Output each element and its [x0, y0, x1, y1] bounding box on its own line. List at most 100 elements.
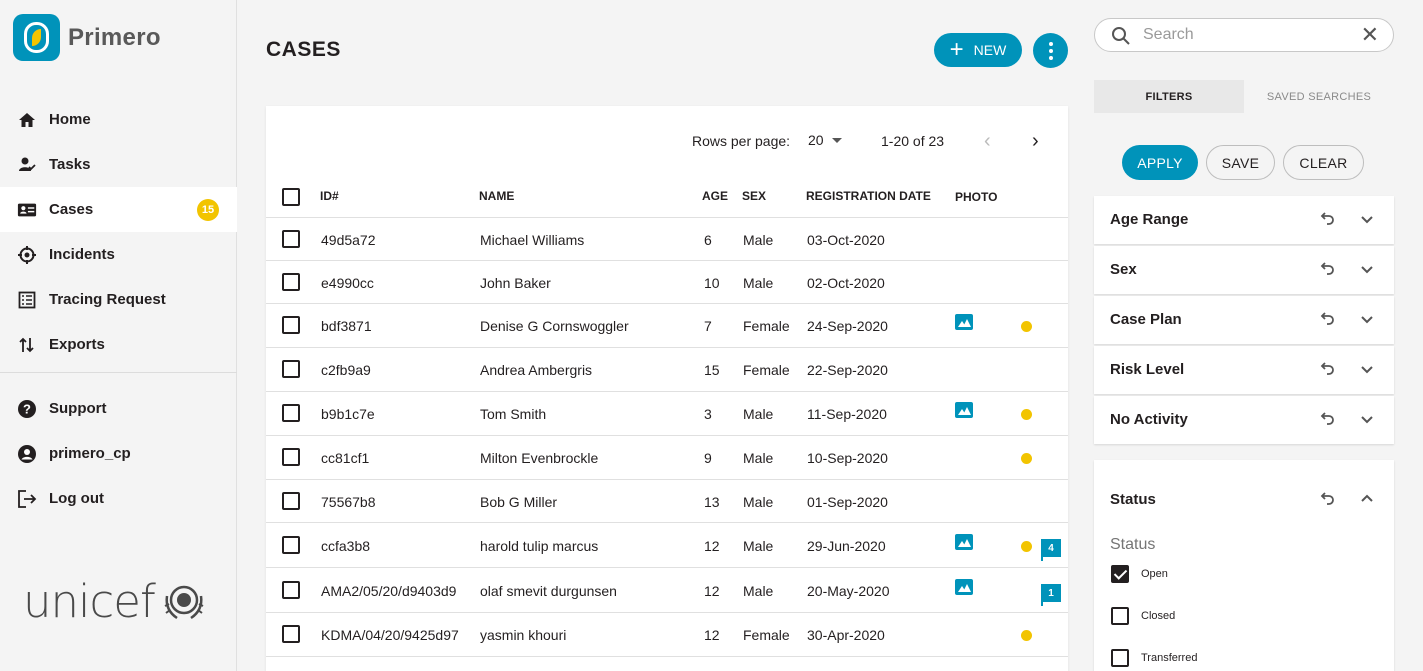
case-name: Tom Smith — [480, 406, 547, 422]
status-checkbox[interactable] — [1111, 607, 1129, 625]
sidebar-item-support[interactable]: ? Support — [0, 386, 237, 431]
app-name: Primero — [68, 23, 161, 51]
table-row[interactable]: bdf3871 Denise G Cornswoggler 7 Female 24-Se… — [266, 304, 1068, 348]
flag-icon[interactable]: 1 — [1041, 584, 1061, 606]
chevron-down-icon[interactable] — [1358, 410, 1376, 428]
tab-saved-searches[interactable]: SAVED SEARCHES — [1244, 80, 1394, 113]
cases-table-card: Rows per page: 20 1-20 of 23 ‹ › ID# NAM… — [266, 106, 1068, 671]
row-checkbox[interactable] — [282, 316, 300, 334]
row-checkbox[interactable] — [282, 404, 300, 422]
partner-name: unicef — [23, 575, 156, 628]
sidebar-item-cases[interactable]: Cases 15 — [0, 187, 237, 232]
case-registration-date: 29-Jun-2020 — [807, 538, 886, 554]
column-sex[interactable]: SEX — [742, 189, 766, 203]
table-row[interactable]: ccfa3b8 harold tulip marcus 12 Male 29-Jun-2… — [266, 523, 1068, 568]
table-row[interactable]: 49d5a72 Michael Williams 6 Male 03-Oct-2020 — [266, 218, 1068, 261]
status-option-label: Transferred — [1141, 652, 1198, 664]
sidebar-item-tasks[interactable]: Tasks — [0, 142, 237, 187]
table-row[interactable]: AMA2/05/20/d9403d9 olaf smevit durgunsen 1… — [266, 568, 1068, 613]
sidebar-item-incidents[interactable]: Incidents — [0, 232, 237, 277]
previous-page-icon[interactable]: ‹ — [984, 130, 991, 153]
row-checkbox[interactable] — [282, 448, 300, 466]
sidebar: Primero Home Tasks Cases 15 Incidents Tracing… — [0, 0, 237, 671]
next-page-icon[interactable]: › — [1032, 130, 1039, 153]
case-id: 49d5a72 — [321, 232, 376, 248]
tasks-icon — [17, 155, 37, 175]
chevron-up-icon[interactable] — [1358, 490, 1376, 508]
column-name[interactable]: NAME — [479, 189, 514, 203]
clear-button[interactable]: CLEAR — [1283, 145, 1364, 180]
clear-search-icon[interactable]: ✕ — [1361, 24, 1379, 46]
case-sex: Male — [743, 275, 774, 291]
select-all-checkbox[interactable] — [282, 188, 300, 206]
case-age: 7 — [704, 318, 712, 334]
svg-text:?: ? — [23, 401, 31, 416]
case-registration-date: 20-May-2020 — [807, 583, 890, 599]
new-button-label: NEW — [973, 42, 1007, 58]
table-row[interactable]: c2fb9a9 Andrea Ambergris 15 Female 22-Sep-20… — [266, 348, 1068, 392]
undo-icon[interactable] — [1318, 360, 1336, 378]
sidebar-item-primero-cp[interactable]: primero_cp — [0, 431, 237, 476]
flag-icon[interactable]: 4 — [1041, 539, 1061, 561]
undo-icon[interactable] — [1318, 260, 1336, 278]
caret-down-icon — [831, 137, 842, 143]
filter-age-range[interactable]: Age Range — [1094, 196, 1394, 244]
chevron-down-icon[interactable] — [1358, 210, 1376, 228]
row-checkbox[interactable] — [282, 273, 300, 291]
status-filter-title[interactable]: Status — [1110, 491, 1156, 508]
rows-per-page-select[interactable]: 20 — [808, 132, 842, 148]
table-row[interactable]: b9b1c7e Tom Smith 3 Male 11-Sep-2020 — [266, 392, 1068, 436]
table-row[interactable]: KDMA/04/20/9425d97 yasmin khouri 12 Female 3… — [266, 613, 1068, 657]
filter-no-activity[interactable]: No Activity — [1094, 396, 1394, 444]
chevron-down-icon[interactable] — [1358, 360, 1376, 378]
search-bar[interactable]: ✕ — [1094, 18, 1394, 52]
photo-icon[interactable] — [955, 579, 973, 595]
column-age[interactable]: AGE — [702, 189, 728, 203]
status-checkbox[interactable] — [1111, 565, 1129, 583]
apply-button[interactable]: APPLY — [1122, 145, 1198, 180]
new-case-button[interactable]: + NEW — [934, 33, 1022, 67]
save-button[interactable]: SAVE — [1206, 145, 1275, 180]
undo-icon[interactable] — [1318, 410, 1336, 428]
filter-case-plan[interactable]: Case Plan — [1094, 296, 1394, 344]
primero-logo[interactable]: Primero — [13, 14, 161, 61]
more-actions-button[interactable] — [1033, 33, 1068, 68]
case-id: bdf3871 — [321, 318, 372, 334]
filter-sex[interactable]: Sex — [1094, 246, 1394, 294]
row-checkbox[interactable] — [282, 581, 300, 599]
sidebar-item-tracing-request[interactable]: Tracing Request — [0, 277, 237, 322]
sidebar-item-label: Tasks — [49, 156, 91, 173]
photo-icon[interactable] — [955, 534, 973, 550]
sidebar-item-log-out[interactable]: Log out — [0, 476, 237, 521]
search-input[interactable] — [1143, 25, 1343, 45]
status-option-open[interactable]: Open — [1111, 565, 1168, 583]
status-option-transferred[interactable]: Transferred — [1111, 649, 1197, 667]
row-checkbox[interactable] — [282, 536, 300, 554]
tab-filters[interactable]: FILTERS — [1094, 80, 1244, 113]
undo-icon[interactable] — [1318, 490, 1336, 508]
table-row[interactable]: e4990cc John Baker 10 Male 02-Oct-2020 — [266, 261, 1068, 304]
chevron-down-icon[interactable] — [1358, 310, 1376, 328]
sidebar-item-home[interactable]: Home — [0, 97, 237, 142]
sidebar-item-exports[interactable]: Exports — [0, 322, 237, 367]
column-registration-date[interactable]: REGISTRATION DATE — [806, 189, 931, 203]
table-row[interactable]: cc81cf1 Milton Evenbrockle 9 Male 10-Sep-202… — [266, 436, 1068, 480]
case-id: cc81cf1 — [321, 450, 370, 466]
chevron-down-icon[interactable] — [1358, 260, 1376, 278]
row-checkbox[interactable] — [282, 230, 300, 248]
sidebar-item-label: Exports — [49, 336, 105, 353]
photo-icon[interactable] — [955, 402, 973, 418]
undo-icon[interactable] — [1318, 210, 1336, 228]
column-id[interactable]: ID# — [320, 189, 339, 203]
undo-icon[interactable] — [1318, 310, 1336, 328]
status-checkbox[interactable] — [1111, 649, 1129, 667]
status-option-closed[interactable]: Closed — [1111, 607, 1175, 625]
sidebar-item-label: Incidents — [49, 246, 115, 263]
filter-risk-level[interactable]: Risk Level — [1094, 346, 1394, 394]
table-row[interactable]: 75567b8 Bob G Miller 13 Male 01-Sep-2020 — [266, 480, 1068, 523]
row-checkbox[interactable] — [282, 360, 300, 378]
photo-icon[interactable] — [955, 314, 973, 330]
row-checkbox[interactable] — [282, 492, 300, 510]
row-checkbox[interactable] — [282, 625, 300, 643]
case-registration-date: 11-Sep-2020 — [807, 406, 887, 422]
